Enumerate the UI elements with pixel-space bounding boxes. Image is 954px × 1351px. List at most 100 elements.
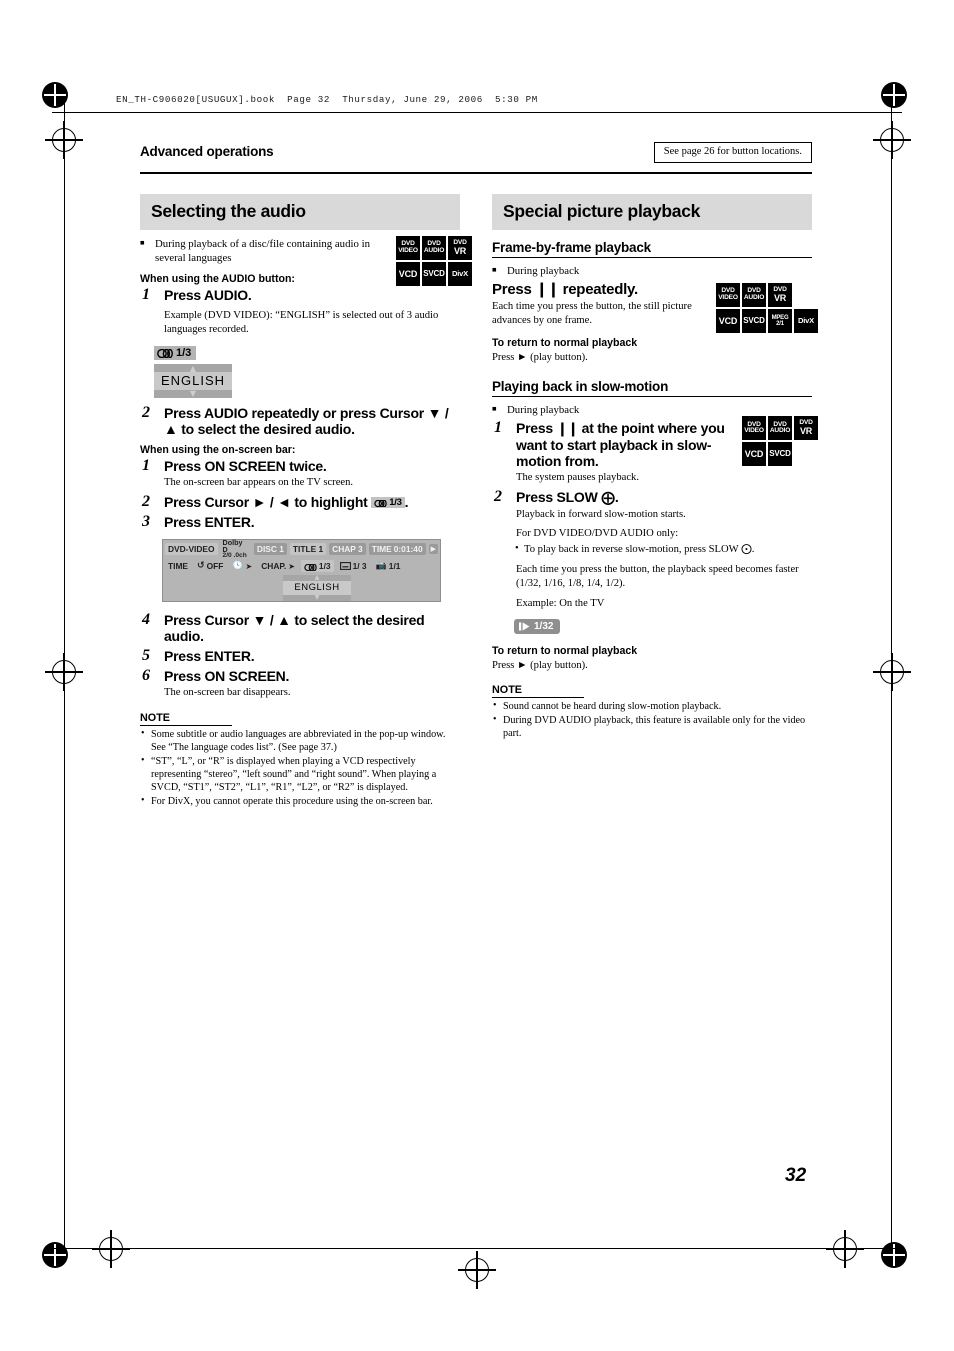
osb-row-1: DVD-VIDEO Dolby D 2/0 .0ch DISC 1 TITLE … (165, 537, 438, 560)
header-rule (140, 172, 812, 174)
osb-dolby-line-1: Dolby D (222, 537, 243, 554)
step-press-cursor-highlight: 2 Press Cursor ► / ◄ to highlight 1/3 . (140, 493, 460, 510)
chevron-down-icon: ▼ (189, 388, 197, 398)
arrow-right-icon: ➤ (245, 561, 253, 571)
badge-line-2: AUDIO (743, 294, 765, 301)
step-label: Press SLOW ⨁. (516, 489, 812, 506)
step-subtext: Playback in forward slow-motion starts. (516, 508, 686, 520)
osb-chapter-search: CHAP. ➤ (258, 560, 298, 572)
step-number: 1 (142, 285, 150, 303)
note-list-right: Sound cannot be heard during slow-motion… (492, 700, 812, 741)
step-number: 4 (142, 610, 150, 628)
step-press-pause-at-point: 1 Press ❙❙ at the point where you want t… (492, 419, 812, 484)
disc-badges-audio: DVD VIDEO DVD AUDIO DVD VR VCD SVCD DivX (396, 236, 472, 286)
step-label: Press ON SCREEN. (164, 668, 290, 685)
on-screen-bar-figure: DVD-VIDEO Dolby D 2/0 .0ch DISC 1 TITLE … (162, 539, 441, 602)
badge-vcd: VCD (716, 309, 740, 333)
osb-disc-type: DVD-VIDEO (165, 543, 218, 556)
audio-track-icon (304, 563, 317, 571)
step-label: Press ON SCREEN twice. (164, 458, 327, 475)
step-number: 5 (142, 647, 150, 665)
step-label-prefix: Press (492, 280, 532, 298)
slow-speed-value: 1/32 (534, 621, 554, 633)
badge-row: VCD SVCD MPEG 2/1 DivX (716, 309, 818, 333)
step-label: Press ENTER. (164, 513, 255, 530)
note-list-left: Some subtitle or audio languages are abb… (140, 728, 460, 809)
two-column-layout: Selecting the audio During playback of a… (140, 194, 818, 894)
step-press-enter-1: 3 Press ENTER. (140, 513, 460, 530)
osd-language-value: ENGLISH (154, 371, 232, 390)
badge-svcd: SVCD (422, 262, 446, 286)
osb-language-value: ENGLISH (283, 580, 351, 595)
example-on-tv-text: Example: On the TV (516, 598, 605, 610)
step-number: 2 (494, 488, 502, 506)
crop-line-top (52, 112, 902, 114)
step-subtext: The on-screen bar appears on the TV scre… (164, 476, 354, 488)
page-body: Advanced operations See page 26 for butt… (140, 142, 818, 894)
osb-subtitle-selector[interactable]: 1/ 3 (337, 560, 370, 572)
step-label: Press ❙❙ at the point where you want to … (516, 420, 744, 470)
step-number: 1 (142, 457, 150, 475)
osb-repeat-mode: ↺ OFF (194, 560, 226, 572)
step-label: Press AUDIO. (164, 286, 252, 303)
step-subtext: The on-screen bar disappears. (164, 686, 291, 698)
osb-row-2: TIME ↺ OFF 🕓 ➤ CHAP. ➤ 1/3 1/ 3 📷 1/1 (165, 559, 438, 574)
badge-mpeg-2-1: MPEG 2/1 (768, 309, 792, 333)
badge-line-1: VCD (718, 315, 738, 326)
section-banner-special-picture-playback: Special picture playback (492, 194, 812, 230)
intro-bullet: During playback of a disc/file containin… (140, 238, 395, 266)
audio-track-icon (157, 348, 173, 358)
badge-line-2: VIDEO (398, 247, 418, 254)
crop-line-left (64, 98, 66, 1248)
right-column: Special picture playback Frame-by-frame … (492, 194, 818, 742)
frame-bullet: During playback (492, 265, 707, 279)
osd-audio-chip: 1/3 (154, 346, 197, 361)
clock-icon: 🕓 (232, 561, 244, 572)
osd-audio-example: 1/3 ▲ ENGLISH ▼ (154, 345, 232, 398)
crop-target-bottom-center (458, 1251, 496, 1289)
return-heading-1: To return to normal playback (492, 337, 638, 350)
osb-angle-selector[interactable]: 📷 1/1 (373, 560, 404, 572)
osd-audio-chip-value: 1/3 (176, 347, 192, 360)
section-banner-selecting-the-audio: Selecting the audio (140, 194, 460, 230)
subheading-slow-motion: Playing back in slow-motion (492, 379, 669, 395)
osb-dolby-line-2: 2/0 .0ch (222, 552, 247, 560)
disc-badges-frame-by-frame: DVD VIDEO DVD AUDIO DVD VR VCD SVCD MPEG… (716, 283, 818, 333)
return-body-2: Press ► (play button). (492, 660, 588, 672)
note-item: Sound cannot be heard during slow-motion… (492, 700, 812, 714)
step-label-suffix: repeatedly. (562, 280, 639, 298)
badge-dvd-audio: DVD AUDIO (422, 236, 446, 260)
osb-next-arrow-button[interactable]: ▶ (428, 544, 438, 555)
osb-angle-value: 1/1 (388, 561, 401, 572)
repeat-icon: ↺ (197, 561, 205, 572)
crop-line-bottom (52, 1248, 902, 1250)
osb-title-number: TITLE 1 (289, 543, 327, 556)
osb-audio-selector[interactable]: 1/3 (300, 560, 334, 573)
step-label: Press Cursor ► / ◄ to highlight 1/3 . (164, 494, 460, 510)
frame-body-text: Each time you press the button, the stil… (492, 301, 692, 327)
step-label-suffix: . (614, 489, 619, 506)
step-label: Press Cursor ▼ / ▲ to select the desired… (164, 611, 425, 644)
step-subtext: The system pauses playback. (516, 471, 639, 483)
badge-dvd-vr: DVD VR (448, 236, 472, 260)
slow-play-icon (519, 622, 530, 631)
step-label-prefix: Press SLOW (516, 489, 598, 506)
step-number: 2 (142, 403, 150, 421)
osb-time-label: TIME (371, 544, 392, 555)
return-heading-2: To return to normal playback (492, 645, 638, 658)
badge-line-2: AUDIO (423, 247, 445, 254)
badge-line-2: VR (453, 245, 467, 256)
osb-disc-number: DISC 1 (253, 543, 287, 556)
step-label-text: Press Cursor ► / ◄ to highlight (164, 494, 368, 511)
page-title: Advanced operations (140, 144, 274, 159)
subheading-frame-by-frame: Frame-by-frame playback (492, 240, 651, 255)
reverse-slow-bullet: • To play back in reverse slow-motion, p… (515, 543, 814, 557)
step-press-cursor-select-audio: 4 Press Cursor ▼ / ▲ to select the desir… (140, 610, 460, 644)
chevron-up-icon: ▲ (189, 363, 197, 373)
badge-line-1: VCD (398, 268, 418, 279)
chapter-header: Advanced operations See page 26 for butt… (140, 142, 812, 168)
osb-time-display: TIME 0:01:40 (368, 543, 426, 556)
speed-steps-text: Each time you press the button, the play… (516, 564, 799, 590)
note-heading-left: NOTE (140, 712, 232, 727)
osb-time-search: 🕓 ➤ (229, 560, 255, 572)
